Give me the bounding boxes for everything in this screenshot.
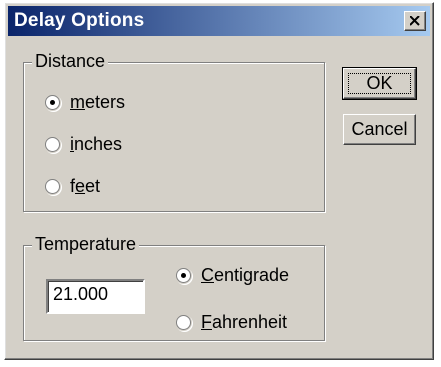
radio-feet[interactable]: feet — [45, 175, 100, 197]
radio-fahrenheit[interactable]: Fahrenheit — [176, 311, 287, 333]
radio-inches-circle[interactable] — [45, 136, 60, 152]
window-title: Delay Options — [14, 10, 145, 31]
focus-rectangle — [348, 73, 411, 94]
radio-feet-circle[interactable] — [45, 178, 60, 194]
radio-centigrade-label: Centigrade — [201, 264, 290, 285]
distance-group: Distance meters inches feet — [23, 51, 325, 212]
close-icon — [410, 16, 420, 26]
radio-centigrade[interactable]: Centigrade — [176, 264, 289, 286]
delay-options-dialog: Delay Options Distance meters inches fee… — [4, 2, 434, 360]
temperature-input[interactable]: 21.000 — [46, 279, 145, 314]
radio-meters[interactable]: meters — [45, 91, 125, 113]
temperature-legend: Temperature — [32, 234, 140, 255]
radio-inches-label: inches — [70, 133, 123, 154]
radio-centigrade-circle[interactable] — [176, 267, 191, 283]
close-button[interactable] — [404, 11, 426, 31]
distance-legend: Distance — [32, 51, 109, 72]
title-bar[interactable]: Delay Options — [8, 6, 430, 36]
radio-fahrenheit-circle[interactable] — [176, 314, 191, 330]
cancel-button-label: Cancel — [351, 119, 408, 139]
radio-feet-label: feet — [70, 175, 101, 196]
radio-meters-label: meters — [70, 91, 126, 112]
radio-inches[interactable]: inches — [45, 133, 122, 155]
radio-meters-circle[interactable] — [45, 94, 60, 110]
cancel-button[interactable]: Cancel — [343, 114, 416, 145]
radio-fahrenheit-label: Fahrenheit — [201, 311, 288, 332]
temperature-group: Temperature 21.000 Centigrade Fahrenheit — [23, 234, 325, 341]
ok-button[interactable]: OK — [342, 67, 417, 100]
